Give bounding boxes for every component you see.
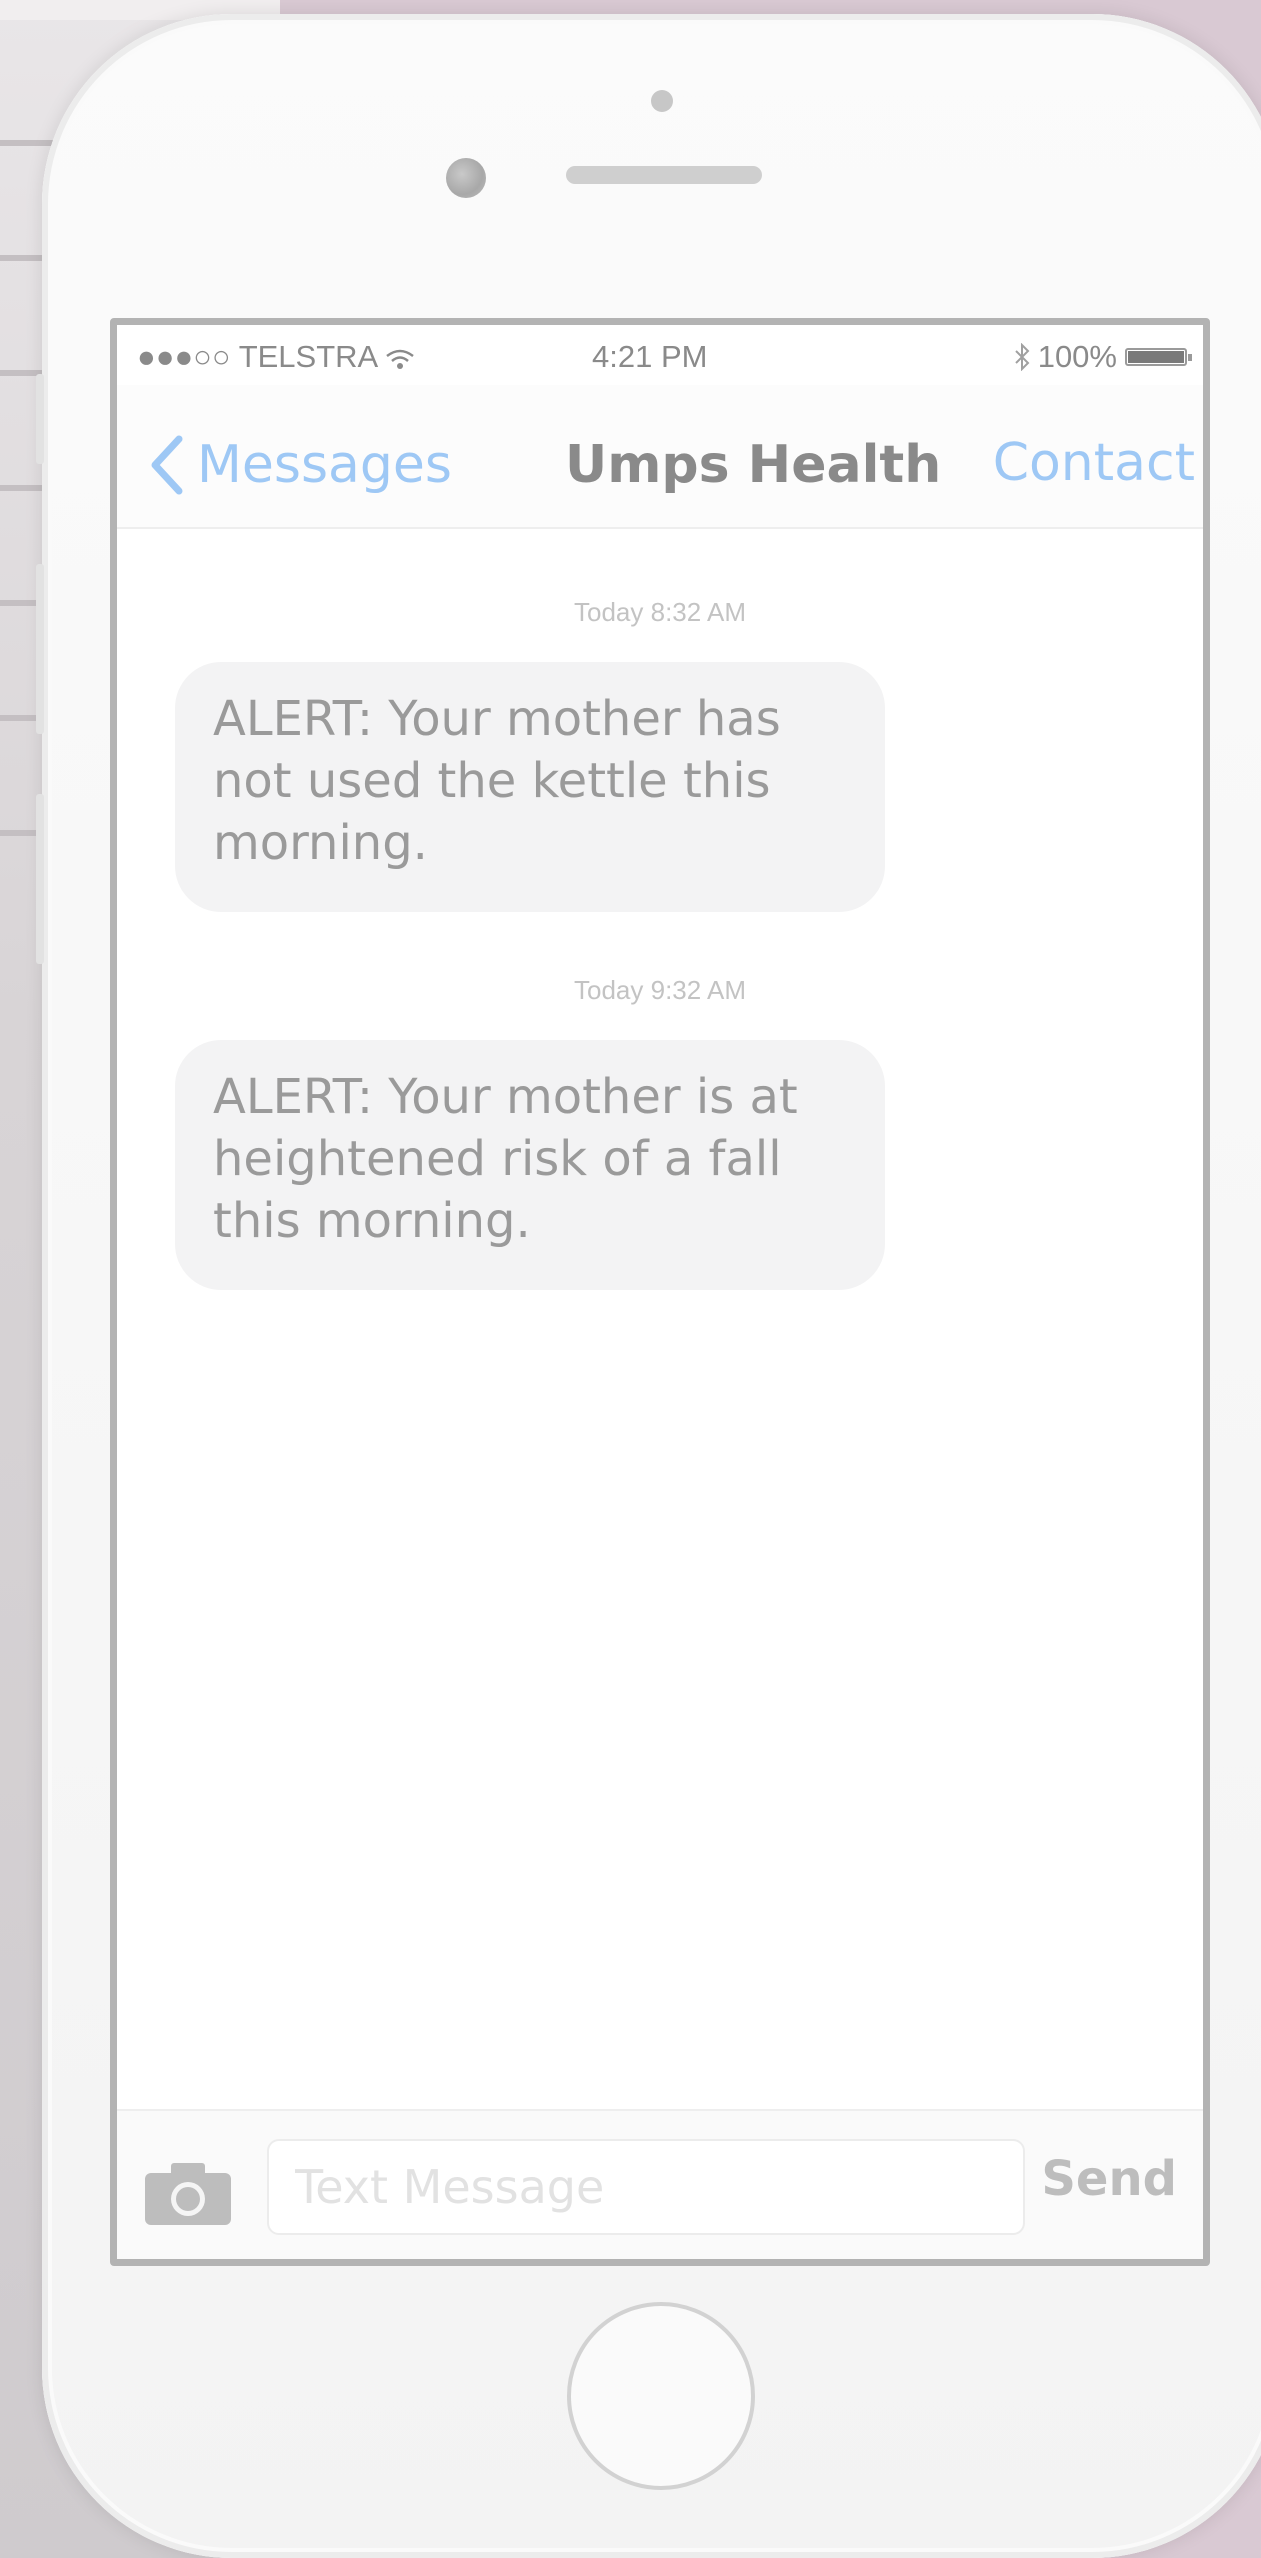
camera-icon[interactable] [143, 2161, 233, 2227]
navigation-bar: Messages Umps Health Contact [117, 385, 1203, 529]
status-right: 100% [1014, 339, 1192, 375]
volume-down-button [36, 794, 44, 964]
back-button[interactable]: Messages [147, 435, 452, 495]
battery-percent: 100% [1037, 339, 1117, 374]
carrier-name: TELSTRA [238, 339, 377, 374]
status-time: 4:21 PM [592, 339, 708, 374]
battery-icon [1125, 348, 1192, 366]
send-button[interactable]: Send [1041, 2151, 1177, 2207]
wifi-icon [386, 349, 414, 369]
message-timestamp: Today 9:32 AM [574, 975, 746, 1005]
back-button-label: Messages [197, 435, 452, 495]
message-bubble[interactable]: ALERT: Your mother is at heightened risk… [175, 1040, 885, 1290]
carrier-info: ●●●○○ TELSTRA [137, 339, 415, 375]
bluetooth-icon [1014, 343, 1030, 371]
text-message-input[interactable] [267, 2139, 1025, 2235]
signal-strength: ●●●○○ [137, 339, 231, 374]
mute-switch [36, 374, 44, 464]
phone-screen: ●●●○○ TELSTRA 4:21 PM 100% Messages Umps… [110, 318, 1210, 2266]
conversation-title: Umps Health [565, 435, 942, 495]
message-bubble[interactable]: ALERT: Your mother has not used the kett… [175, 662, 885, 912]
earpiece-speaker [566, 166, 762, 184]
volume-up-button [36, 564, 44, 734]
home-button[interactable] [567, 2302, 755, 2490]
chevron-left-icon [151, 435, 183, 495]
message-composer: Send [117, 2109, 1203, 2259]
front-camera [446, 158, 486, 198]
status-bar: ●●●○○ TELSTRA 4:21 PM 100% [117, 325, 1203, 385]
proximity-sensor [651, 90, 673, 112]
contact-button[interactable]: Contact [993, 433, 1195, 493]
message-timestamp: Today 8:32 AM [574, 597, 746, 627]
